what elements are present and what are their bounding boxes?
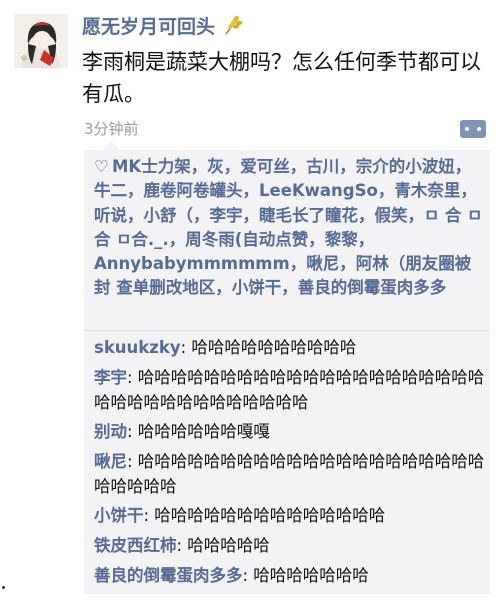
post-username-text[interactable]: 愿无岁月可回头: [82, 16, 215, 38]
avatar-illustration: [14, 14, 68, 68]
post-time: 3分钟前: [84, 120, 139, 138]
comment-author[interactable]: 铁皮西红柿: [94, 536, 177, 555]
comment-author[interactable]: 别动: [94, 422, 127, 441]
comment-item[interactable]: 铁皮西红柿: 哈哈哈哈哈: [94, 533, 486, 558]
comment-author[interactable]: skuukzky: [94, 338, 181, 357]
comment-text: : 哈哈哈哈哈哈哈哈哈哈哈哈哈哈: [143, 506, 386, 526]
comment-item[interactable]: 别动: 哈哈哈哈哈哈嘎嘎: [94, 419, 486, 444]
comment-item[interactable]: 李宇: 哈哈哈哈哈哈哈哈哈哈哈哈哈哈哈哈哈哈哈哈哈哈哈哈哈哈哈哈哈哈哈哈哈哈: [94, 365, 486, 415]
comment-text: : 哈哈哈哈哈: [176, 535, 270, 555]
likes-names[interactable]: MK士力架，灰，爱可丝，古川，宗介的小波妞，牛二，鹿卷阿卷罐头，LeeKwang…: [94, 157, 482, 297]
comment-text: : 哈哈哈哈哈哈嘎嘎: [127, 422, 270, 442]
comment-item[interactable]: 善良的倒霉蛋肉多多: 哈哈哈哈哈哈哈: [94, 563, 486, 588]
likes-divider: [84, 330, 490, 331]
comment-item[interactable]: 啾尼: 哈哈哈哈哈哈哈哈哈哈哈哈哈哈哈哈哈哈哈哈哈哈哈哈哈哈: [94, 449, 486, 499]
comment-author[interactable]: 李宇: [94, 368, 127, 387]
more-options-icon[interactable]: [460, 120, 486, 138]
comment-item[interactable]: skuukzky: 哈哈哈哈哈哈哈哈哈哈: [94, 335, 486, 360]
comment-author[interactable]: 啾尼: [94, 452, 127, 471]
post-text: 李雨桐是蔬菜大棚吗？怎么任何季节都可以有瓜。: [82, 50, 481, 106]
comments-list: skuukzky: 哈哈哈哈哈哈哈哈哈哈 李宇: 哈哈哈哈哈哈哈哈哈哈哈哈哈哈哈…: [94, 335, 486, 592]
panel-arrow: [102, 141, 120, 150]
likes-list: ♡ MK士力架，灰，爱可丝，古川，宗介的小波妞，牛二，鹿卷阿卷罐头，LeeKwan…: [94, 155, 486, 301]
comment-item[interactable]: 小饼干: 哈哈哈哈哈哈哈哈哈哈哈哈哈哈: [94, 503, 486, 528]
comment-author[interactable]: 善良的倒霉蛋肉多多: [94, 566, 243, 585]
comment-text: : 哈哈哈哈哈哈哈哈哈哈: [180, 338, 357, 357]
comment-text: : 哈哈哈哈哈哈哈: [242, 565, 369, 585]
post-username[interactable]: 愿无岁月可回头: [82, 12, 244, 39]
wheat-emoji-icon: [224, 15, 242, 35]
comment-text: : 哈哈哈哈哈哈哈哈哈哈哈哈哈哈哈哈哈哈哈哈哈哈哈哈哈哈哈哈哈哈哈哈哈哈: [94, 367, 485, 412]
heart-icon: ♡: [94, 157, 109, 176]
comment-author[interactable]: 小饼干: [94, 506, 144, 525]
avatar[interactable]: [14, 14, 68, 68]
page-dot: [2, 586, 5, 589]
comment-text: : 哈哈哈哈哈哈哈哈哈哈哈哈哈哈哈哈哈哈哈哈哈哈哈哈哈哈: [94, 451, 485, 496]
